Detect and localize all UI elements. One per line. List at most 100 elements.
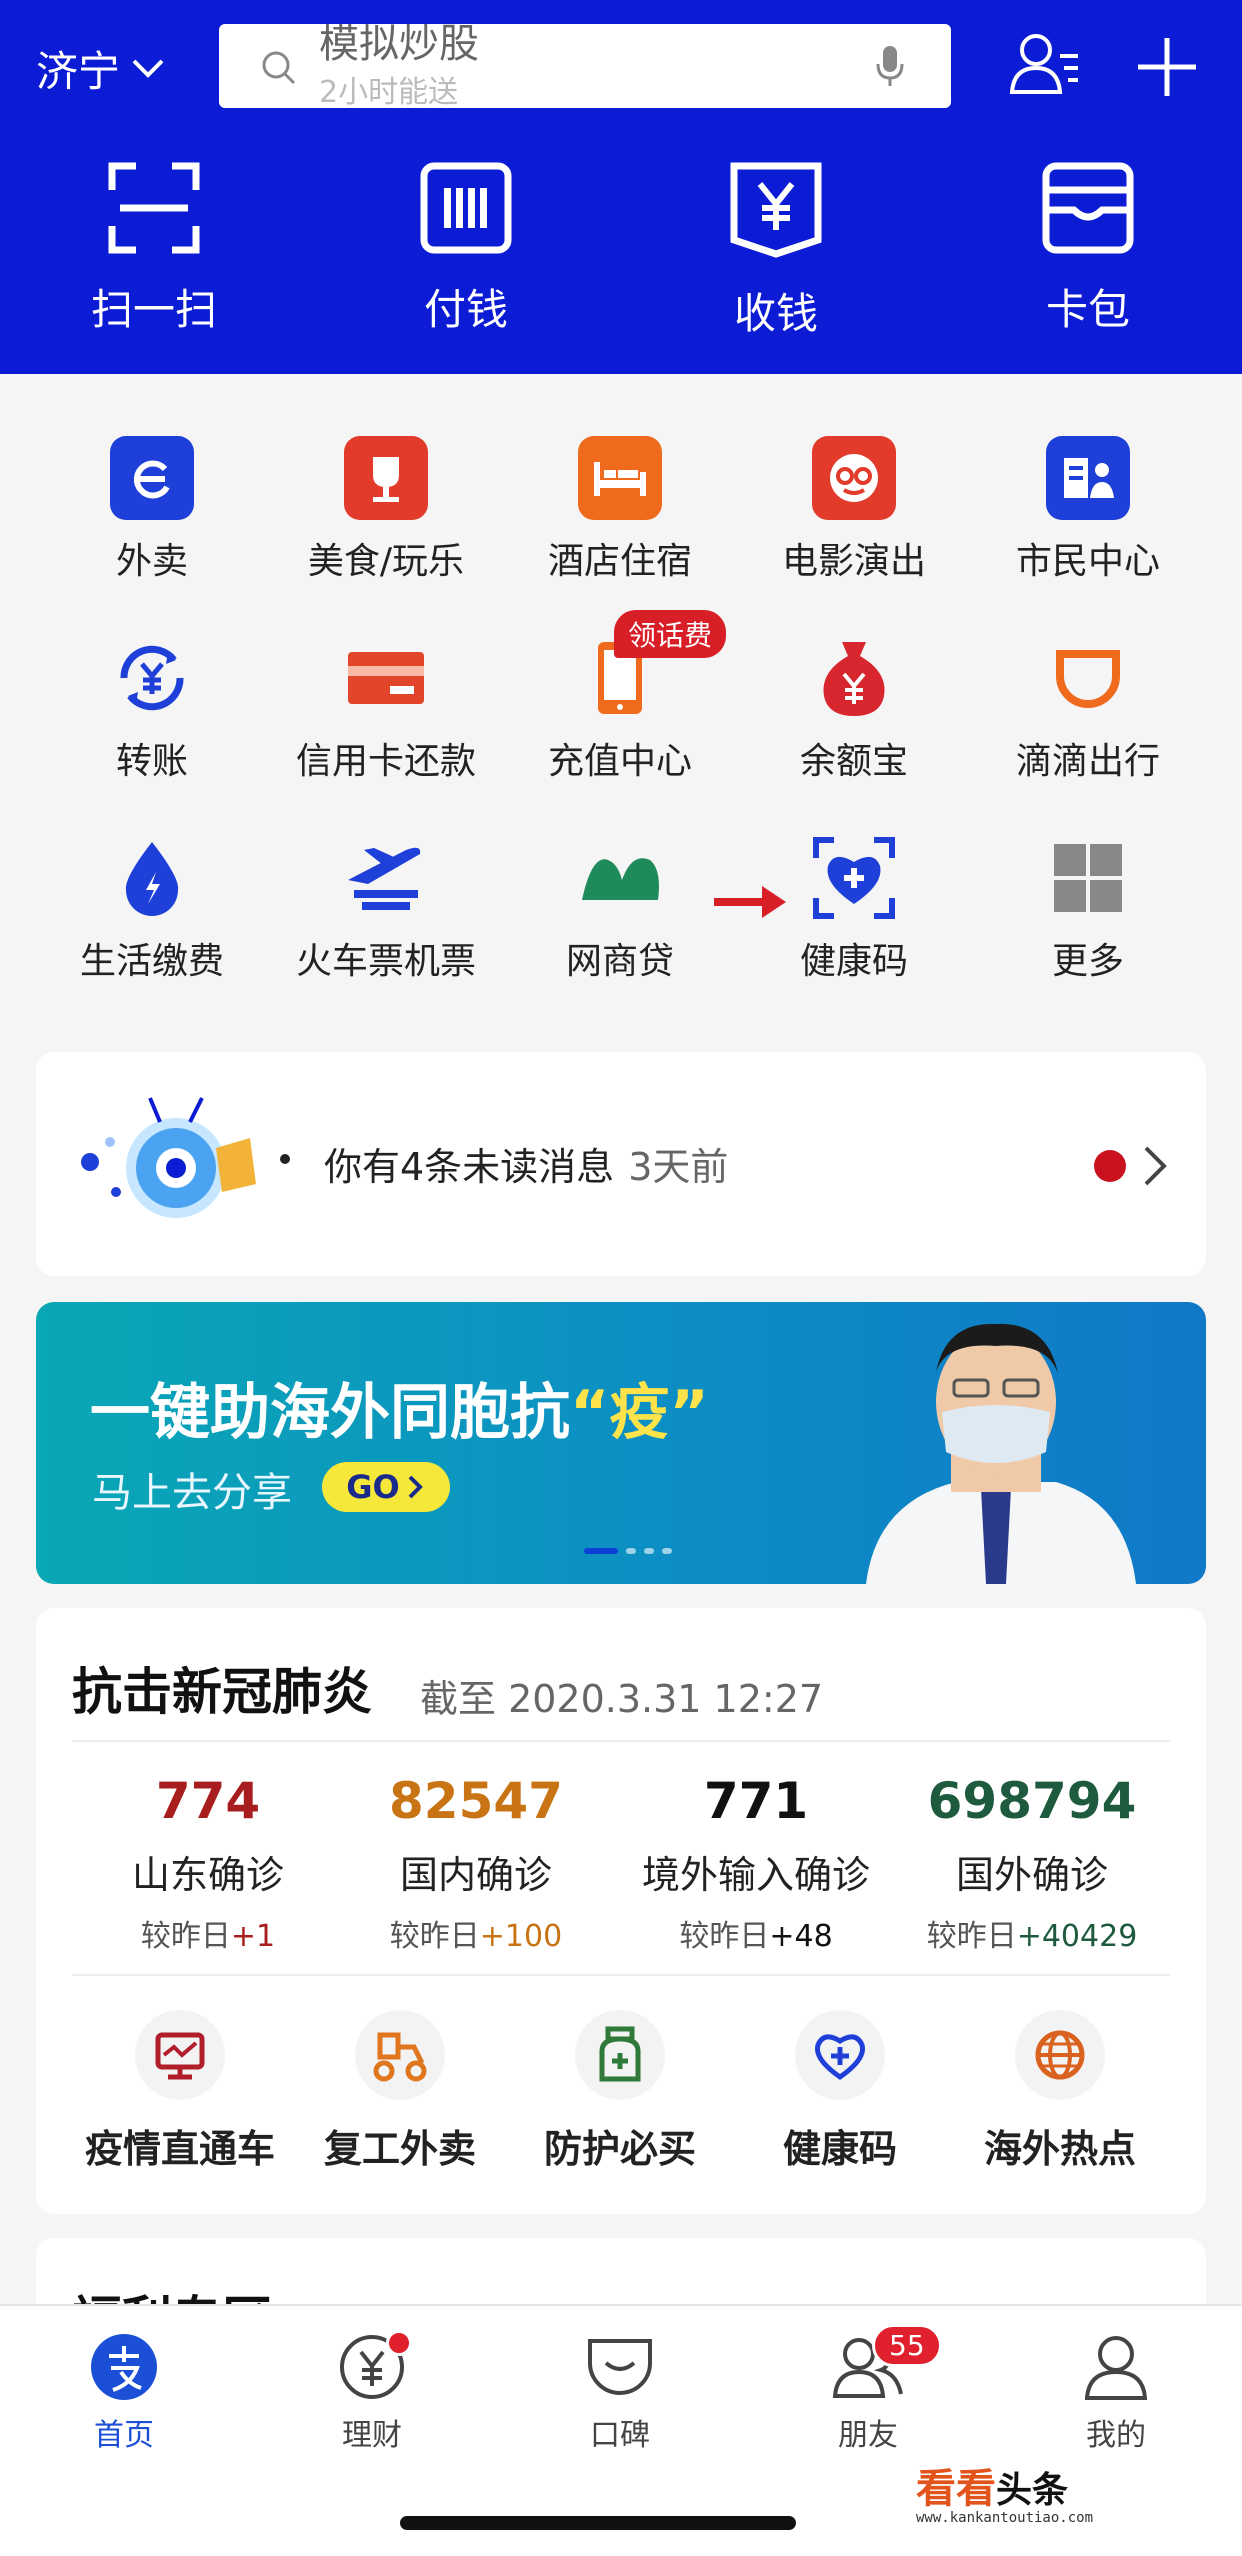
home-indicator[interactable] (400, 2516, 796, 2530)
covid-title: 抗击新冠肺炎 (72, 1663, 372, 1721)
service-label: 生活缴费 (79, 941, 224, 982)
service-label: 转账 (115, 741, 188, 782)
recharge-promo-badge: 领话费 (614, 610, 727, 658)
watermark-brand-a: 看看 (916, 2466, 996, 2512)
share-campaign-banner[interactable]: 一键助海外同胞抗“疫” 马上去分享 GO (36, 1302, 1206, 1584)
stat-delta: 较昨日+100 (389, 1919, 563, 1954)
shortcut-label: 复工外卖 (323, 2127, 476, 2171)
search-placeholder-next: 2小时能送 (319, 75, 459, 108)
stat-delta: 较昨日+1 (140, 1919, 276, 1954)
quick-action-label: 收钱 (733, 289, 818, 338)
service-label: 网商贷 (565, 941, 674, 982)
service-didi[interactable]: 滴滴出行 (988, 636, 1188, 784)
doctor-illustration (866, 1323, 1136, 1584)
card-wallet-icon (1042, 162, 1134, 254)
protection-essentials-icon (599, 2026, 641, 2082)
alipay-home-icon (91, 2334, 157, 2400)
search-icon (262, 51, 296, 85)
quick-action-label: 付钱 (423, 285, 508, 334)
service-mybank-loan[interactable]: 网商贷 (520, 836, 720, 984)
service-more[interactable]: 更多 (988, 836, 1188, 984)
tab-wealth[interactable]: 理财 (292, 2330, 452, 2454)
tab-label: 朋友 (838, 2418, 898, 2453)
service-train-plane[interactable]: 火车票机票 (286, 836, 486, 984)
tab-home[interactable]: 首页 (44, 2330, 204, 2454)
shortcut-return-to-work-takeout[interactable]: 复工外卖 (290, 2010, 510, 2173)
stat-overseas[interactable]: 698794 国外确诊 较昨日+40429 (892, 1772, 1172, 1955)
service-takeout[interactable]: 外卖 (52, 436, 252, 584)
go-label: GO (346, 1468, 400, 1506)
banner-title-highlight: “疫” (570, 1378, 709, 1448)
shortcut-overseas-hotspots[interactable]: 海外热点 (950, 2010, 1170, 2173)
service-transfer[interactable]: 转账 (52, 636, 252, 784)
citizen-center-icon (1046, 436, 1130, 520)
stat-delta: 较昨日+48 (679, 1919, 833, 1954)
microphone-icon[interactable] (875, 44, 905, 88)
service-citizen-center[interactable]: 市民中心 (988, 436, 1188, 584)
ant-mascot-icon (81, 1097, 256, 1218)
service-label: 火车票机票 (295, 941, 476, 982)
service-hotel[interactable]: 酒店住宿 (520, 436, 720, 584)
service-credit-card[interactable]: 信用卡还款 (286, 636, 486, 784)
service-yuebao[interactable]: 余额宝 (754, 636, 954, 784)
receive-money-icon (730, 162, 822, 258)
search-bar[interactable]: 模拟炒股 2小时能送 (219, 24, 951, 108)
chevron-right-icon (1144, 1146, 1167, 1186)
profile-icon (1084, 2336, 1148, 2400)
takeout-icon (110, 436, 194, 520)
return-to-work-takeout-icon (373, 2032, 427, 2082)
divider (72, 1740, 1170, 1742)
watermark-brand-b: 头条 (996, 2470, 1069, 2511)
movie-icon (812, 436, 896, 520)
stat-number: 698794 (927, 1772, 1137, 1830)
shortcut-label: 疫情直通车 (84, 2127, 275, 2171)
service-label: 酒店住宿 (547, 541, 692, 582)
shortcut-epidemic-express[interactable]: 疫情直通车 (70, 2010, 290, 2173)
didi-icon (1046, 636, 1130, 720)
shortcut-protection-essentials[interactable]: 防护必买 (510, 2010, 730, 2173)
tab-koubei[interactable]: 口碑 (540, 2330, 700, 2454)
train-plane-icon (344, 836, 428, 920)
go-button[interactable]: GO (322, 1462, 450, 1512)
service-movie[interactable]: 电影演出 (754, 436, 954, 584)
quick-action-pay[interactable]: 付钱 (366, 160, 566, 337)
scan-icon (108, 162, 200, 254)
stat-number: 771 (703, 1772, 809, 1830)
service-phone-recharge[interactable]: 充值中心 (520, 636, 720, 784)
shortcut-health-code[interactable]: 健康码 (730, 2010, 950, 2173)
hotel-icon (578, 436, 662, 520)
message-notification-card[interactable]: 你有4条未读消息 3天前 (36, 1052, 1206, 1276)
message-text: 你有4条未读消息 3天前 (324, 1136, 728, 1191)
banner-title: 一键助海外同胞抗“疫” (90, 1364, 709, 1451)
red-arrow-annotation (714, 886, 786, 918)
health-code-icon (812, 836, 896, 920)
chevron-right-icon (408, 1475, 423, 1499)
service-label: 信用卡还款 (295, 741, 476, 782)
city-selector[interactable]: 济宁 (36, 38, 168, 99)
stat-shandong[interactable]: 774 山东确诊 较昨日+1 (68, 1772, 348, 1955)
stat-label: 山东确诊 (131, 1853, 284, 1897)
tab-label: 我的 (1086, 2418, 1146, 2453)
top-header: 济宁 模拟炒股 2小时能送 扫一扫 付钱 收钱 卡包 (0, 0, 1242, 374)
quick-action-receive[interactable]: 收钱 (676, 160, 876, 341)
shortcut-label: 防护必买 (543, 2127, 696, 2171)
quick-action-card-wallet[interactable]: 卡包 (988, 160, 1188, 337)
city-label: 济宁 (36, 47, 121, 96)
service-food-fun[interactable]: 美食/玩乐 (286, 436, 486, 584)
stat-domestic[interactable]: 82547 国内确诊 较昨日+100 (336, 1772, 616, 1955)
tab-profile[interactable]: 我的 (1036, 2330, 1196, 2454)
quick-action-label: 扫一扫 (90, 285, 217, 334)
service-utilities[interactable]: 生活缴费 (52, 836, 252, 984)
tab-friends[interactable]: 55 朋友 (788, 2324, 948, 2454)
service-label: 滴滴出行 (1015, 741, 1160, 782)
contacts-icon[interactable] (1008, 30, 1082, 100)
service-label: 余额宝 (799, 741, 908, 782)
plus-icon[interactable] (1130, 30, 1204, 104)
covid-as-of: 截至 2020.3.31 12:27 (420, 1677, 824, 1721)
stat-number: 774 (155, 1772, 261, 1830)
quick-action-scan[interactable]: 扫一扫 (54, 160, 254, 337)
shortcut-label: 健康码 (782, 2127, 897, 2171)
message-time: 3天前 (628, 1145, 729, 1189)
stat-imported[interactable]: 771 境外输入确诊 较昨日+48 (616, 1772, 896, 1955)
transfer-icon (110, 636, 194, 720)
